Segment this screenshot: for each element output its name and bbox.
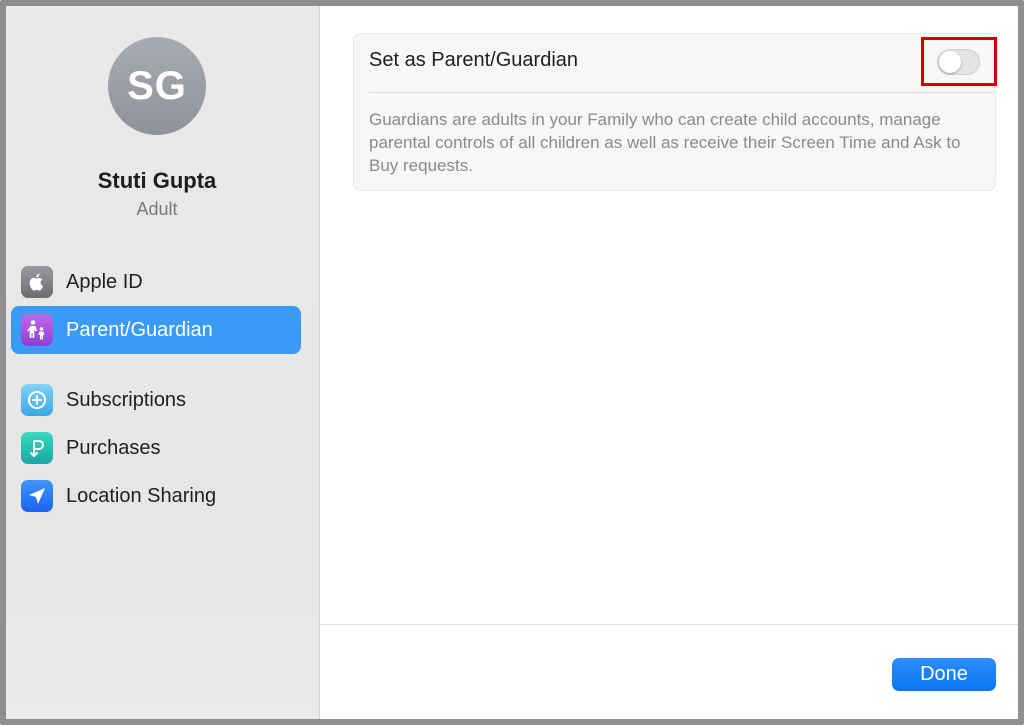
sidebar-item-subscriptions[interactable]: Subscriptions [11, 376, 301, 424]
apple-icon [21, 266, 53, 298]
footer: Done [320, 624, 1018, 719]
done-button[interactable]: Done [892, 658, 996, 691]
divider [369, 92, 995, 93]
sidebar-item-label: Parent/Guardian [66, 318, 213, 341]
user-role: Adult [136, 199, 178, 219]
avatar: SG [108, 37, 206, 135]
guardian-icon [21, 314, 53, 346]
sidebar-item-label: Subscriptions [66, 388, 187, 411]
setting-description: Guardians are adults in your Family who … [369, 110, 961, 175]
subscriptions-icon [21, 384, 53, 416]
parent-guardian-card: Set as Parent/Guardian Guardians are adu… [353, 33, 997, 191]
sidebar-item-parent-guardian[interactable]: Parent/Guardian [11, 306, 301, 354]
sidebar: SG Stuti Gupta Adult Apple ID Parent/Gua… [6, 6, 320, 719]
user-name: Stuti Gupta [97, 168, 217, 193]
purchases-icon [21, 432, 53, 464]
sidebar-item-location-sharing[interactable]: Location Sharing [11, 472, 301, 520]
setting-title: Set as Parent/Guardian [369, 49, 579, 71]
sidebar-item-apple-id[interactable]: Apple ID [11, 258, 301, 306]
highlight-box [921, 37, 997, 86]
main-panel: Set as Parent/Guardian Guardians are adu… [320, 6, 1018, 719]
window: SG Stuti Gupta Adult Apple ID Parent/Gua… [0, 0, 1024, 725]
location-arrow-icon [21, 480, 53, 512]
sidebar-item-label: Apple ID [66, 270, 143, 293]
sidebar-item-purchases[interactable]: Purchases [11, 424, 301, 472]
sidebar-item-label: Location Sharing [66, 484, 217, 507]
sidebar-item-label: Purchases [66, 436, 161, 459]
